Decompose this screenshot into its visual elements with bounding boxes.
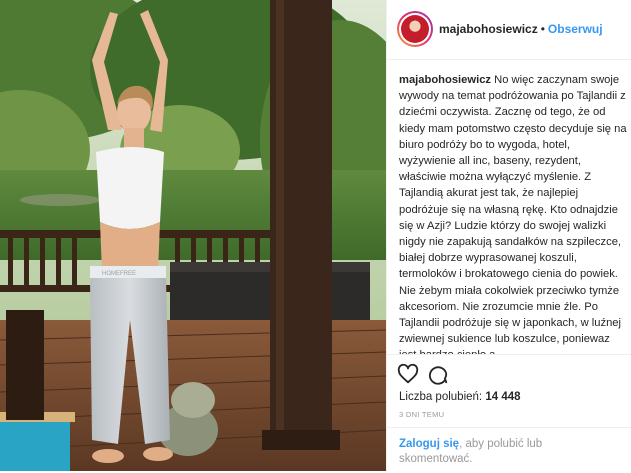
post-photo[interactable]: HOMEFREE (0, 0, 386, 471)
likes-count[interactable]: Liczba polubień: 14 448 (399, 391, 521, 403)
post-sidebar: majabohosiewicz • Obserwuj majabohosiewicz… (386, 0, 631, 471)
separator-dot: • (540, 22, 545, 36)
comment-icon[interactable] (427, 363, 449, 385)
avatar-image (401, 15, 429, 43)
username-link[interactable]: majabohosiewicz (439, 22, 538, 36)
post-caption: majabohosiewicz No więc zaczynam swoje w… (399, 72, 627, 354)
heart-icon[interactable] (397, 363, 419, 385)
post-actions: Liczba polubień: 14 448 3 DNI TEMU Zalog… (387, 354, 631, 472)
caption-text: No więc zaczynam swoje wywody na temat p… (399, 74, 627, 354)
caption-username[interactable]: majabohosiewicz (399, 74, 491, 86)
login-prompt: Zaloguj się, aby polubić lub skomentować… (399, 437, 599, 467)
comment-bar: Zaloguj się, aby polubić lub skomentować… (387, 427, 631, 473)
shorts-brand-text: HOMEFREE (102, 271, 136, 277)
likes-label: Liczba polubień: (399, 391, 483, 403)
login-link[interactable]: Zaloguj się (399, 438, 459, 450)
post-date: 3 DNI TEMU (399, 410, 445, 419)
post-header: majabohosiewicz • Obserwuj (387, 0, 631, 60)
avatar[interactable] (397, 11, 433, 47)
header-line: majabohosiewicz • Obserwuj (439, 22, 603, 36)
follow-button[interactable]: Obserwuj (548, 22, 603, 36)
likes-number: 14 448 (485, 391, 521, 403)
avatar-frame (399, 13, 431, 45)
photo-illustration: HOMEFREE (0, 0, 386, 471)
